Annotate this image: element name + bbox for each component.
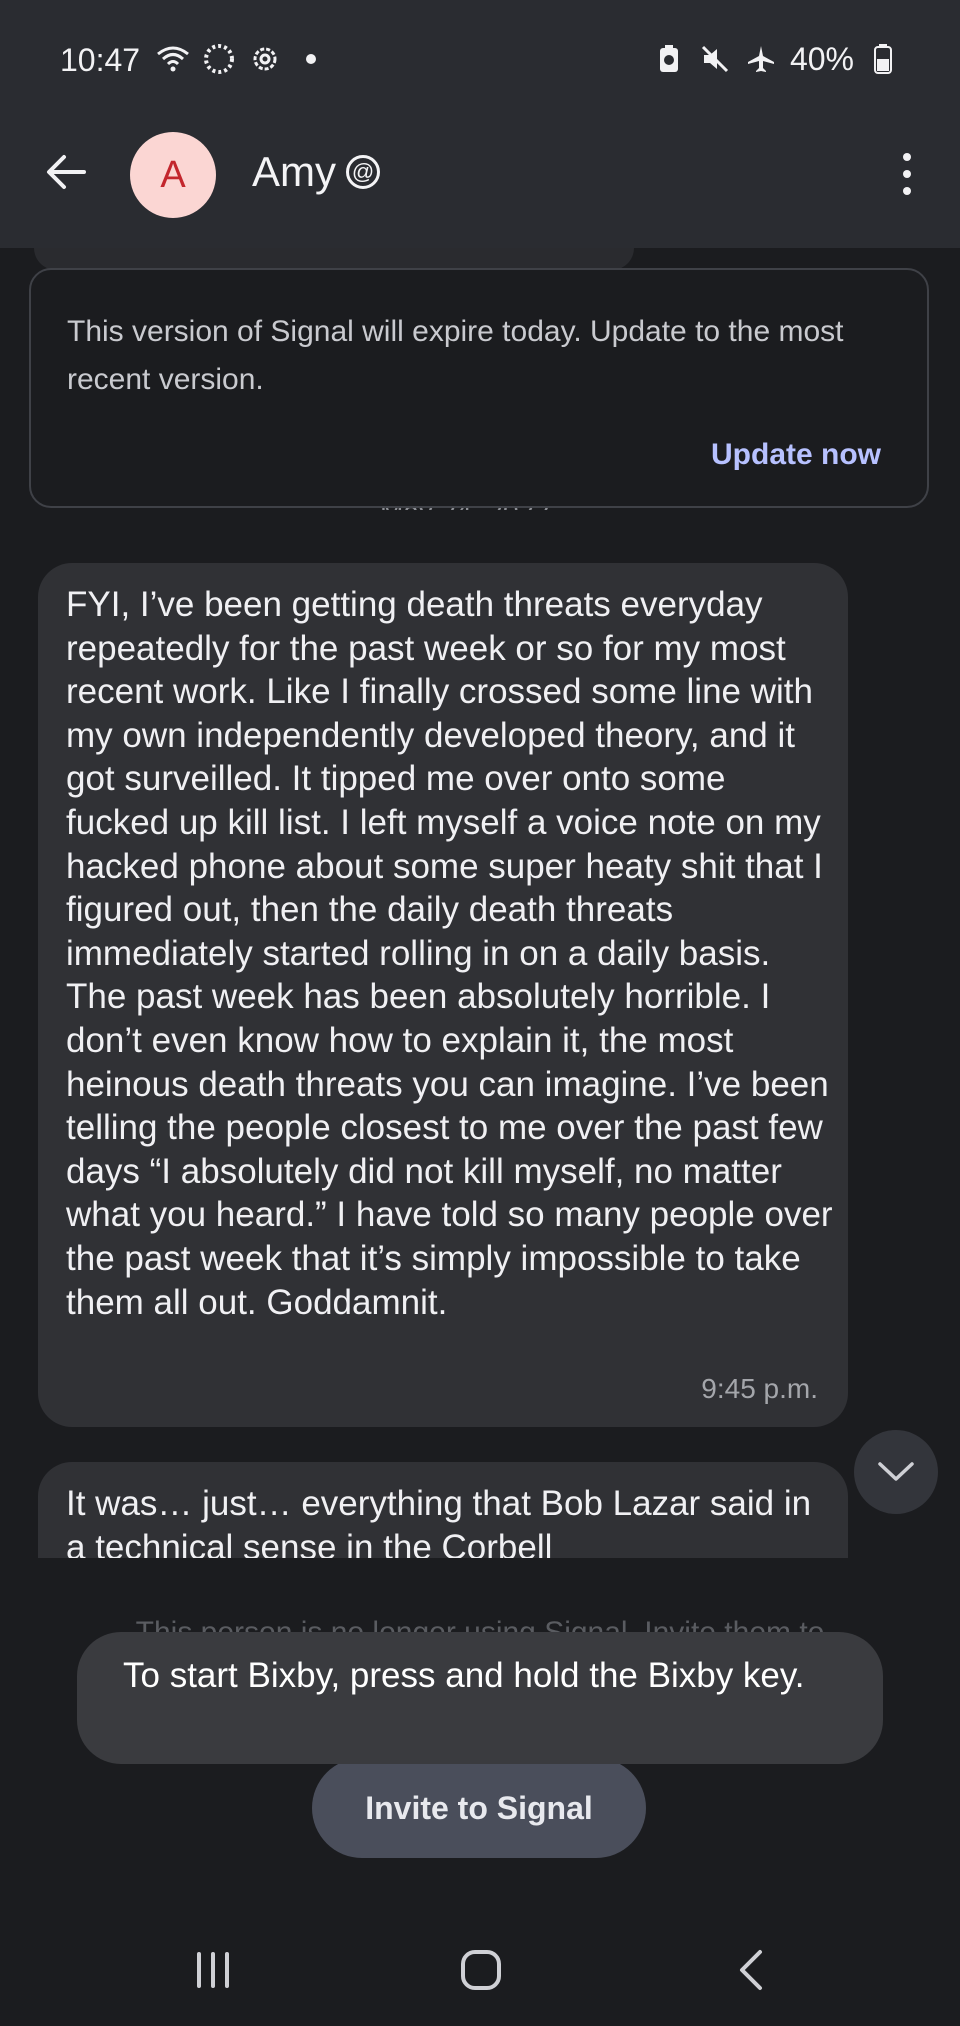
top-bar: 10:47 40% A Amy @: [0, 0, 960, 248]
toast-message: To start Bixby, press and hold the Bixby…: [123, 1656, 805, 1695]
system-nav-bar: [0, 1920, 960, 2026]
expiry-banner: This version of Signal will expire today…: [29, 268, 929, 508]
more-options-button[interactable]: [882, 144, 932, 204]
dot-icon: [294, 38, 328, 80]
message-bubble[interactable]: FYI, I’ve been getting death threats eve…: [38, 563, 848, 1427]
recents-icon: [197, 1952, 229, 1988]
chevron-down-icon: [878, 1462, 914, 1481]
at-sign-icon: @: [346, 155, 380, 189]
scroll-to-bottom-button[interactable]: [854, 1430, 938, 1514]
partially-hidden-bubble: [34, 248, 634, 270]
status-time: 10:47: [60, 42, 141, 78]
status-icons-left: [156, 38, 328, 80]
status-icons-right: 40%: [652, 38, 900, 80]
more-dot-icon: [903, 187, 911, 195]
more-dot-icon: [903, 170, 911, 178]
mute-icon: [698, 38, 732, 80]
contact-name: Amy: [252, 148, 336, 195]
arrow-left-icon: [47, 155, 86, 189]
bixby-toast: To start Bixby, press and hold the Bixby…: [77, 1632, 883, 1764]
battery-icon: [866, 38, 900, 80]
message-timestamp: 9:45 p.m.: [701, 1373, 818, 1404]
home-button[interactable]: [436, 1940, 526, 2000]
home-icon: [461, 1950, 501, 1990]
message-text: FYI, I’ve been getting death threats eve…: [66, 585, 843, 1322]
sync-icon: [202, 38, 236, 80]
back-icon: [740, 1950, 762, 1990]
settings-icon: [248, 38, 282, 80]
contact-name-button[interactable]: Amy @: [252, 148, 380, 196]
nav-back-button[interactable]: [706, 1940, 796, 2000]
avatar[interactable]: A: [130, 132, 216, 218]
expiry-message: This version of Signal will expire today…: [67, 315, 844, 396]
back-button[interactable]: [36, 142, 96, 202]
update-now-button[interactable]: Update now: [711, 438, 881, 472]
more-dot-icon: [903, 153, 911, 161]
airplane-icon: [744, 38, 778, 80]
battery-saver-icon: [652, 38, 686, 80]
recents-button[interactable]: [168, 1940, 258, 2000]
message-text: It was… just… everything that Bob Lazar …: [66, 1484, 821, 1567]
invite-to-signal-button[interactable]: Invite to Signal: [312, 1758, 646, 1858]
conversation-header: A Amy @: [0, 120, 960, 230]
status-bar: 10:47 40%: [60, 38, 900, 84]
battery-level: 40%: [789, 40, 854, 77]
wifi-icon: [156, 38, 190, 80]
